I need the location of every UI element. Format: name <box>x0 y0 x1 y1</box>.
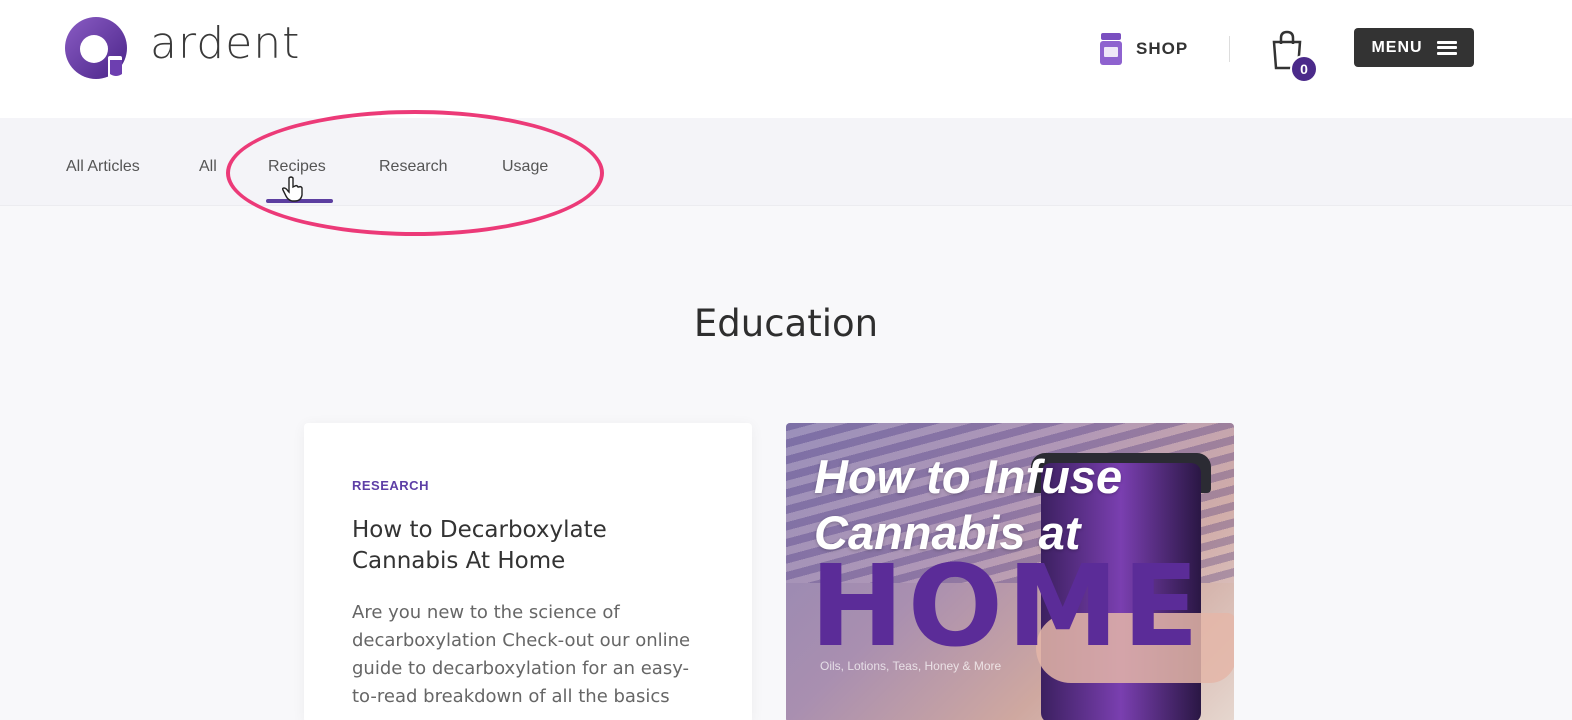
featured-article-image[interactable]: How to Infuse Cannabis at HOME Oils, Lot… <box>786 423 1234 720</box>
menu-button[interactable]: MENU <box>1354 28 1474 67</box>
jar-icon <box>1100 33 1122 65</box>
annotation-ellipse <box>226 110 604 236</box>
nav-item-all-articles[interactable]: All Articles <box>66 158 140 176</box>
site-header: ardent SHOP 0 MENU <box>0 0 1572 118</box>
hamburger-icon <box>1436 40 1457 55</box>
ardent-logo-icon <box>65 17 127 79</box>
brand-name: ardent <box>150 18 301 69</box>
page-title: Education <box>693 302 879 345</box>
hero-headline-line1: How to Infuse <box>814 450 1123 503</box>
menu-label: MENU <box>1371 38 1423 56</box>
cart-count-badge: 0 <box>1290 55 1318 83</box>
brand-logo[interactable]: ardent <box>64 16 300 80</box>
hero-headline-line3: HOME <box>810 542 1203 672</box>
article-excerpt: Are you new to the science of decarboxyl… <box>352 602 691 707</box>
article-title[interactable]: How to Decarboxylate Cannabis At Home <box>352 515 692 577</box>
shop-link[interactable]: SHOP <box>1098 32 1188 66</box>
nav-item-all[interactable]: All <box>199 158 217 176</box>
cart-button[interactable]: 0 <box>1270 30 1318 83</box>
hand-cursor-icon <box>282 176 303 202</box>
article-card[interactable]: RESEARCH How to Decarboxylate Cannabis A… <box>304 423 752 720</box>
header-divider <box>1229 36 1230 62</box>
article-category[interactable]: RESEARCH <box>352 478 429 493</box>
hero-caption: Oils, Lotions, Teas, Honey & More <box>820 659 1002 673</box>
shop-label: SHOP <box>1136 39 1189 58</box>
